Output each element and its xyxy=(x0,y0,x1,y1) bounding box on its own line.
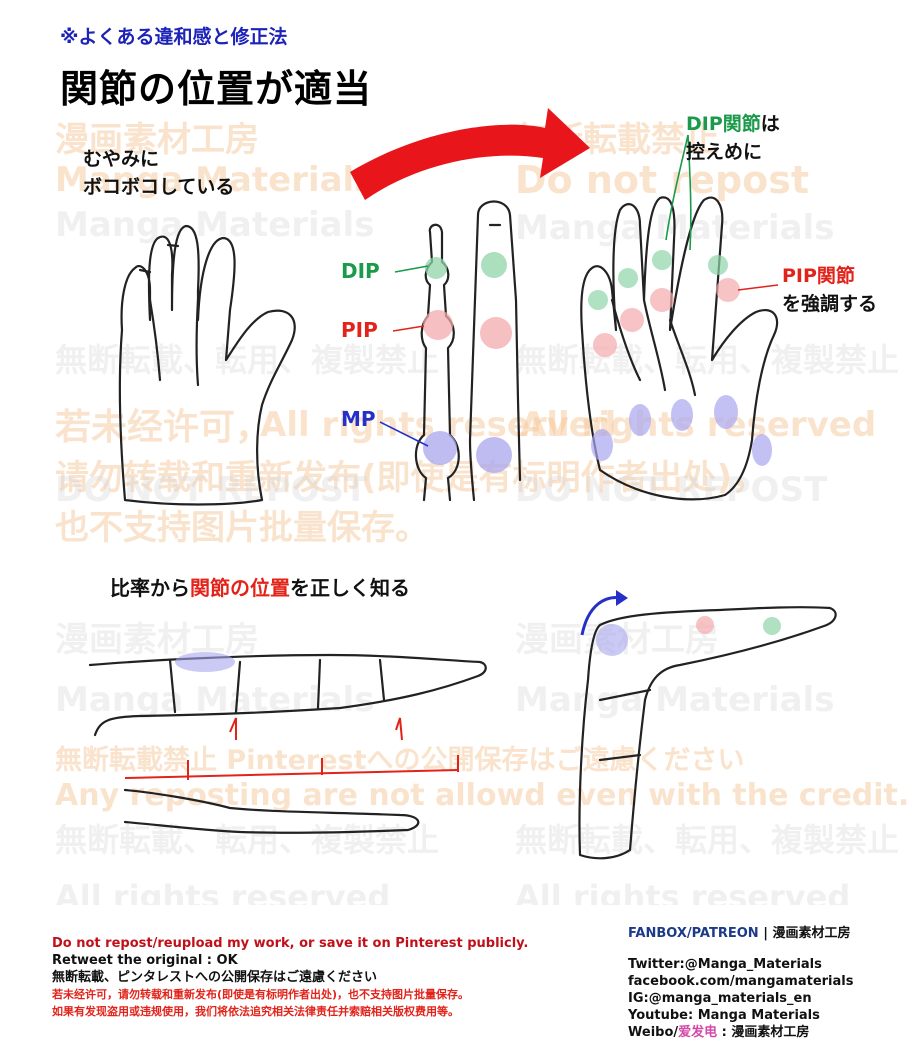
pip-marker xyxy=(480,317,512,349)
footer-facebook[interactable]: facebook.com/mangamaterials xyxy=(628,973,853,990)
dip-marker xyxy=(708,255,728,275)
footer-left: Do not repost/reupload my work, or save … xyxy=(52,935,528,1020)
dip-marker xyxy=(652,250,672,270)
mp-marker xyxy=(476,437,512,473)
dip-marker xyxy=(763,617,781,635)
footer-instagram[interactable]: IG:@manga_materials_en xyxy=(628,990,853,1007)
pip-marker xyxy=(696,616,714,634)
footer-studio: 漫画素材工房 xyxy=(772,926,851,941)
note-bumpy-line1: むやみに xyxy=(83,148,160,170)
footer-weibo-name: 爱发电 xyxy=(678,1025,718,1040)
footer-weibo-prefix: Weibo/ xyxy=(628,1025,679,1040)
footer-notice-cn1: 若未经许可，请勿转载和重新发布(即使是有标明作者出处)，也不支持图片批量保存。 xyxy=(52,988,470,1001)
ratio-line xyxy=(124,769,459,779)
label-dip-joint: DIP関節 xyxy=(686,113,761,135)
section2-suffix: を正しく知る xyxy=(290,576,410,600)
section2-highlight: 関節の位置 xyxy=(190,576,290,600)
label-pip-joint: PIP関節 xyxy=(782,265,855,287)
footer-fanbox-line: FANBOX/PATREON | 漫画素材工房 xyxy=(628,925,853,942)
section2-prefix: 比率から xyxy=(110,576,190,600)
note-dip-line2: 控えめに xyxy=(686,141,763,163)
footer-weibo[interactable]: Weibo/爱发电 : 漫画素材工房 xyxy=(628,1024,853,1041)
label-mp: MP xyxy=(341,407,376,431)
dip-marker xyxy=(425,257,447,279)
mp-marker xyxy=(714,395,738,429)
footer-notice-jp: 無断転載、ピンタレストへの公開保存はご遠慮ください xyxy=(52,970,378,985)
footer-sep: | xyxy=(758,926,773,941)
footer: Do not repost/reupload my work, or save … xyxy=(0,905,920,1061)
finger-side-outline xyxy=(88,653,487,737)
mp-marker xyxy=(596,624,628,656)
hand-left-outline xyxy=(118,224,296,506)
footer-notice-cn2: 如果有发现盗用或违规使用，我们将依法追究相关法律责任并索赔相关版权费用等。 xyxy=(52,1005,459,1018)
label-pip: PIP xyxy=(341,318,378,342)
pip-marker xyxy=(620,308,644,332)
mp-marker xyxy=(591,429,613,461)
dip-marker xyxy=(618,268,638,288)
footer-youtube[interactable]: Youtube: Manga Materials xyxy=(628,1007,853,1024)
mp-marker xyxy=(175,652,235,672)
label-dip: DIP xyxy=(341,259,380,283)
footer-twitter[interactable]: Twitter:@Manga_Materials xyxy=(628,956,853,973)
footer-weibo-suffix: : 漫画素材工房 xyxy=(717,1025,810,1040)
note-pip-joint: PIP関節 を強調する xyxy=(782,262,877,318)
mp-marker xyxy=(671,399,693,431)
footer-right: FANBOX/PATREON | 漫画素材工房 Twitter:@Manga_M… xyxy=(628,925,853,1041)
pip-marker xyxy=(593,333,617,357)
pip-marker xyxy=(423,310,453,340)
big-red-arrow xyxy=(350,108,590,200)
dip-marker xyxy=(588,290,608,310)
pip-marker xyxy=(716,278,740,302)
note-dip-joint: DIP関節は 控えめに xyxy=(686,110,780,166)
section2-heading: 比率から関節の位置を正しく知る xyxy=(110,574,410,602)
mp-marker xyxy=(629,404,651,436)
note-pip-line2: を強調する xyxy=(782,293,878,315)
footer-retweet: Retweet the original : OK xyxy=(52,953,238,968)
dip-marker xyxy=(481,252,507,278)
note-bumpy-line2: ボコボコしている xyxy=(83,176,235,198)
footer-fanbox-link[interactable]: FANBOX/PATREON xyxy=(628,926,759,941)
mp-marker xyxy=(423,431,457,465)
finger-bone-side-outline xyxy=(123,788,420,834)
pip-marker xyxy=(650,288,674,312)
note-bumpy: むやみに ボコボコしている xyxy=(83,145,234,201)
mp-marker xyxy=(752,434,772,466)
footer-notice-en: Do not repost/reupload my work, or save … xyxy=(52,936,529,951)
note-dip-suffix: は xyxy=(760,113,780,135)
